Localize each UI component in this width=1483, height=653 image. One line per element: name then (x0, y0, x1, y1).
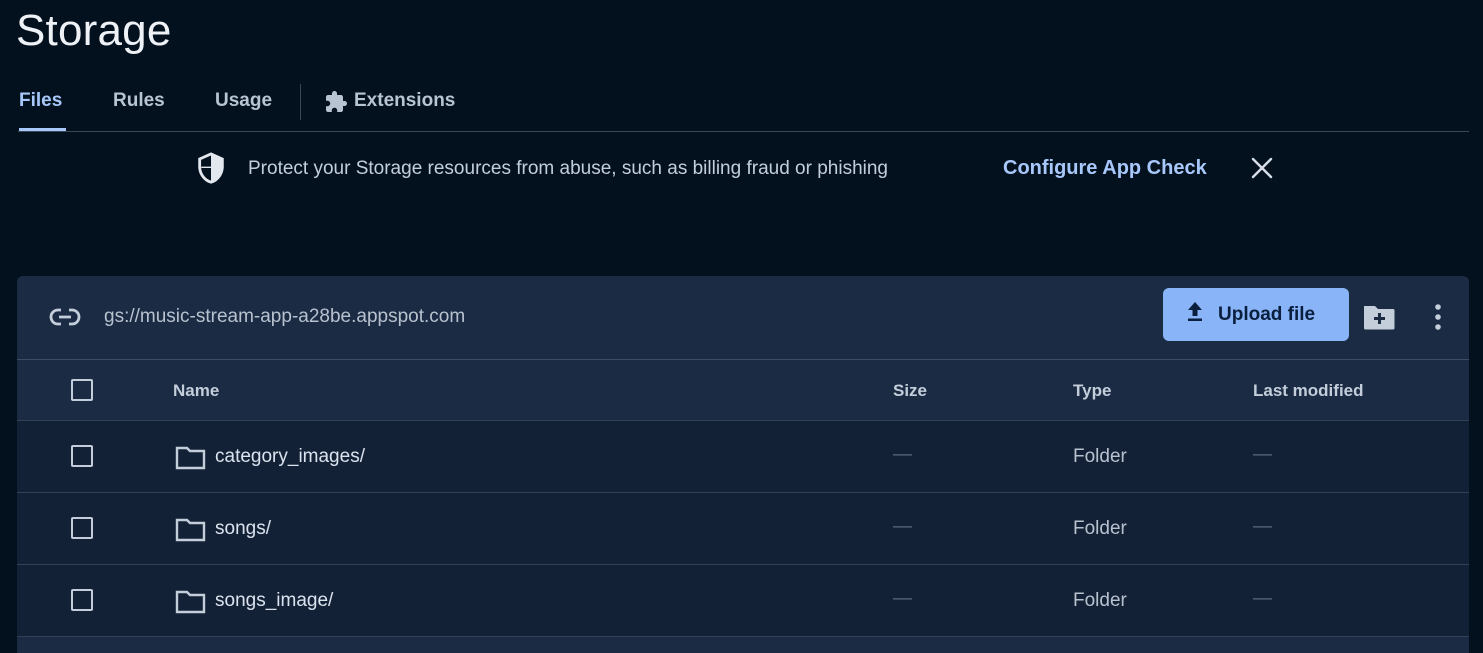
tab-rules[interactable]: Rules (113, 90, 165, 131)
page-title: Storage (16, 6, 172, 55)
table-row[interactable]: songs/ — Folder — (17, 493, 1469, 565)
bucket-toolbar: gs://music-stream-app-a28be.appspot.com … (17, 276, 1469, 360)
select-all-checkbox[interactable] (71, 379, 93, 401)
folder-icon (175, 445, 207, 476)
tab-extensions[interactable]: Extensions (324, 90, 455, 131)
upload-icon (1163, 301, 1205, 328)
file-modified: — (1253, 444, 1272, 465)
row-checkbox[interactable] (71, 517, 93, 539)
table-row[interactable]: category_images/ — Folder — (17, 421, 1469, 493)
upload-file-button[interactable]: Upload file (1163, 288, 1349, 341)
more-vert-icon[interactable] (1430, 302, 1446, 337)
close-icon[interactable] (1250, 156, 1274, 180)
row-checkbox[interactable] (71, 589, 93, 611)
file-modified: — (1253, 588, 1272, 609)
column-last-modified[interactable]: Last modified (1253, 381, 1364, 401)
file-type: Folder (1073, 446, 1127, 467)
row-checkbox[interactable] (71, 445, 93, 467)
file-name[interactable]: category_images/ (215, 446, 365, 468)
files-panel: gs://music-stream-app-a28be.appspot.com … (17, 276, 1469, 653)
file-name[interactable]: songs/ (215, 518, 271, 540)
file-type: Folder (1073, 590, 1127, 611)
create-folder-icon[interactable] (1362, 303, 1396, 336)
shield-icon (194, 151, 228, 190)
folder-icon (175, 589, 207, 620)
bucket-url: gs://music-stream-app-a28be.appspot.com (104, 306, 466, 327)
column-type[interactable]: Type (1073, 381, 1111, 401)
column-name[interactable]: Name (173, 381, 219, 401)
file-size: — (893, 444, 912, 465)
tab-files[interactable]: Files (19, 90, 66, 131)
file-type: Folder (1073, 518, 1127, 539)
tab-bar: Files Rules Usage Extensions (18, 76, 1469, 132)
tab-extensions-label: Extensions (354, 90, 456, 111)
table-row[interactable]: songs_image/ — Folder — (17, 565, 1469, 637)
tab-divider (300, 84, 301, 120)
file-size: — (893, 588, 912, 609)
file-modified: — (1253, 516, 1272, 537)
tab-usage[interactable]: Usage (215, 90, 272, 131)
puzzle-icon (324, 90, 348, 120)
column-size[interactable]: Size (893, 381, 927, 401)
banner-message: Protect your Storage resources from abus… (248, 158, 888, 179)
storage-page: Storage Files Rules Usage Extensions Pro… (0, 0, 1483, 653)
upload-file-label: Upload file (1218, 303, 1316, 325)
link-icon[interactable] (49, 305, 81, 334)
folder-icon (175, 517, 207, 548)
configure-app-check-link[interactable]: Configure App Check (1003, 157, 1207, 180)
file-name[interactable]: songs_image/ (215, 590, 333, 612)
table-header: Name Size Type Last modified (17, 360, 1469, 421)
file-size: — (893, 516, 912, 537)
